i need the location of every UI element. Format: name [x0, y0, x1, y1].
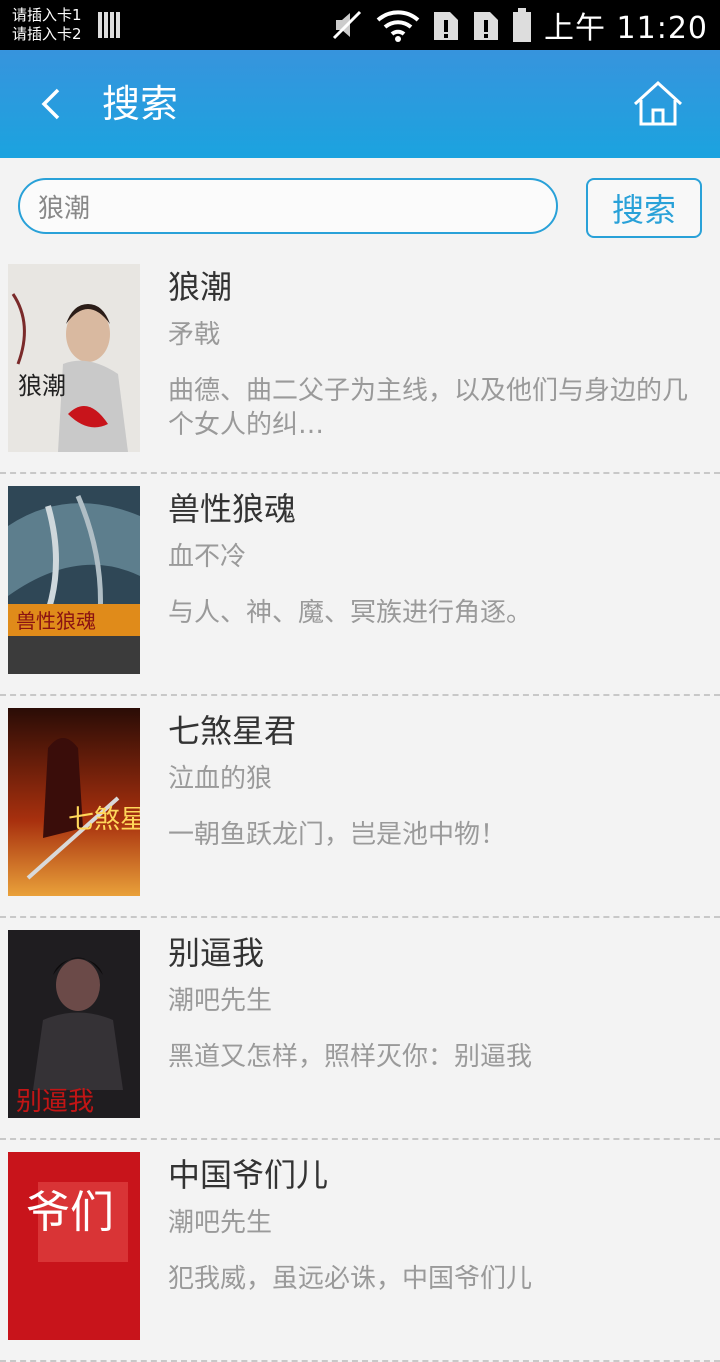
back-chevron-icon[interactable]: [32, 82, 72, 126]
page-title: 搜索: [102, 82, 179, 126]
cover-title: 七煞星君: [68, 805, 140, 835]
list-item[interactable]: 爷们 中国爷们儿 潮吧先生 犯我威，虽远必诛，中国爷们儿: [0, 1140, 720, 1362]
cover-title: 别逼我: [16, 1087, 94, 1117]
sim-alert-icon: [434, 12, 458, 40]
book-author: 矛戟: [168, 320, 221, 350]
book-cover: 爷们: [8, 1152, 140, 1340]
book-title: 兽性狼魂: [168, 490, 297, 528]
home-icon[interactable]: [632, 80, 684, 128]
cover-title: 爷们: [26, 1187, 114, 1238]
mute-icon: [332, 10, 362, 40]
book-author: 潮吧先生: [168, 986, 273, 1016]
app-bar: 搜索: [0, 50, 720, 158]
book-title: 七煞星君: [168, 712, 297, 750]
sim-status: 请插入卡1 请插入卡2: [12, 6, 82, 44]
clock: 上午 11:20: [544, 11, 708, 46]
list-item[interactable]: 狼潮 狼潮 矛戟 曲德、曲二父子为主线，以及他们与身边的几个女人的纠…: [0, 252, 720, 474]
cover-title: 兽性狼魂: [16, 609, 96, 633]
book-title: 狼潮: [168, 268, 233, 306]
search-input[interactable]: [18, 178, 558, 234]
sim-alert-icon: [474, 12, 498, 40]
list-item[interactable]: 兽性狼魂 兽性狼魂 血不冷 与人、神、魔、冥族进行角逐。: [0, 474, 720, 696]
list-item[interactable]: 七煞星君 七煞星君 泣血的狼 一朝鱼跃龙门，岂是池中物！: [0, 696, 720, 918]
book-cover: 别逼我: [8, 930, 140, 1118]
book-author: 血不冷: [168, 542, 247, 572]
book-summary: 曲德、曲二父子为主线，以及他们与身边的几个女人的纠…: [168, 376, 689, 440]
status-bar: 请插入卡1 请插入卡2 上午 11:20: [0, 0, 720, 50]
book-author: 泣血的狼: [168, 764, 273, 794]
battery-icon: [513, 8, 531, 42]
results-list: 狼潮 狼潮 矛戟 曲德、曲二父子为主线，以及他们与身边的几个女人的纠… 兽性狼魂…: [0, 252, 720, 1362]
list-item[interactable]: 别逼我 别逼我 潮吧先生 黑道又怎样，照样灭你：别逼我: [0, 918, 720, 1140]
book-cover: 兽性狼魂: [8, 486, 140, 674]
book-title: 中国爷们儿: [168, 1156, 329, 1194]
book-cover: 狼潮: [8, 264, 140, 452]
wifi-icon: [376, 10, 420, 42]
status-icons: 上午 11:20: [330, 4, 708, 46]
sim2-text: 请插入卡2: [12, 25, 82, 43]
book-summary: 与人、神、魔、冥族进行角逐。: [168, 598, 533, 628]
signal-bars-icon: [98, 12, 120, 38]
book-title: 别逼我: [168, 934, 265, 972]
book-summary: 黑道又怎样，照样灭你：别逼我: [168, 1042, 533, 1072]
book-cover: 七煞星君: [8, 708, 140, 896]
book-author: 潮吧先生: [168, 1208, 273, 1238]
book-summary: 一朝鱼跃龙门，岂是池中物！: [168, 820, 507, 850]
cover-title: 狼潮: [18, 372, 66, 400]
search-button[interactable]: 搜索: [586, 178, 702, 238]
book-summary: 犯我威，虽远必诛，中国爷们儿: [168, 1264, 533, 1294]
sim1-text: 请插入卡1: [12, 6, 82, 24]
